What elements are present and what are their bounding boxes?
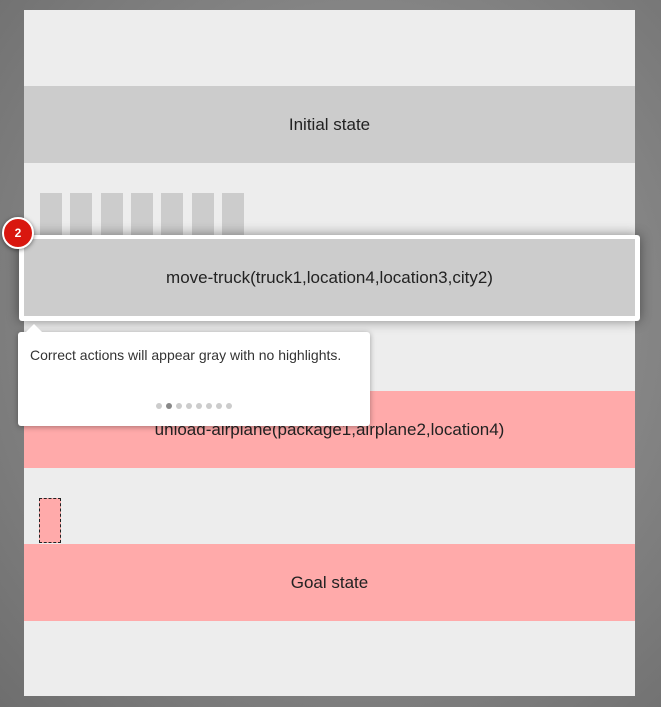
badge-number: 2 xyxy=(14,226,22,240)
progress-dot[interactable] xyxy=(166,403,172,409)
progress-dot[interactable] xyxy=(176,403,182,409)
slot-tab[interactable] xyxy=(40,193,62,239)
empty-drop-slot[interactable] xyxy=(39,498,61,543)
tooltip-text: Correct actions will appear gray with no… xyxy=(30,347,342,363)
tooltip-arrow xyxy=(26,324,42,332)
progress-dot[interactable] xyxy=(216,403,222,409)
initial-state-row[interactable]: Initial state xyxy=(24,86,635,163)
tour-highlight: move-truck(truck1,location4,location3,ci… xyxy=(19,235,640,321)
tour-step-badge: 2 xyxy=(2,217,34,249)
initial-state-label: Initial state xyxy=(288,114,371,134)
action-row-move-truck[interactable]: move-truck(truck1,location4,location3,ci… xyxy=(24,239,635,316)
action-label: move-truck(truck1,location4,location3,ci… xyxy=(166,267,493,287)
slot-tab[interactable] xyxy=(131,193,153,239)
progress-dot[interactable] xyxy=(156,403,162,409)
slot-tab[interactable] xyxy=(70,193,92,239)
progress-dot[interactable] xyxy=(196,403,202,409)
goal-state-label: Goal state xyxy=(290,572,369,592)
tour-progress-dots xyxy=(18,403,370,409)
slot-tab[interactable] xyxy=(192,193,214,239)
progress-dot[interactable] xyxy=(206,403,212,409)
progress-dot[interactable] xyxy=(226,403,232,409)
tour-tooltip: Correct actions will appear gray with no… xyxy=(18,324,370,426)
progress-dot[interactable] xyxy=(186,403,192,409)
slot-tab[interactable] xyxy=(222,193,244,239)
goal-state-row[interactable]: Goal state xyxy=(24,544,635,621)
slot-tab[interactable] xyxy=(161,193,183,239)
slot-tab[interactable] xyxy=(101,193,123,239)
